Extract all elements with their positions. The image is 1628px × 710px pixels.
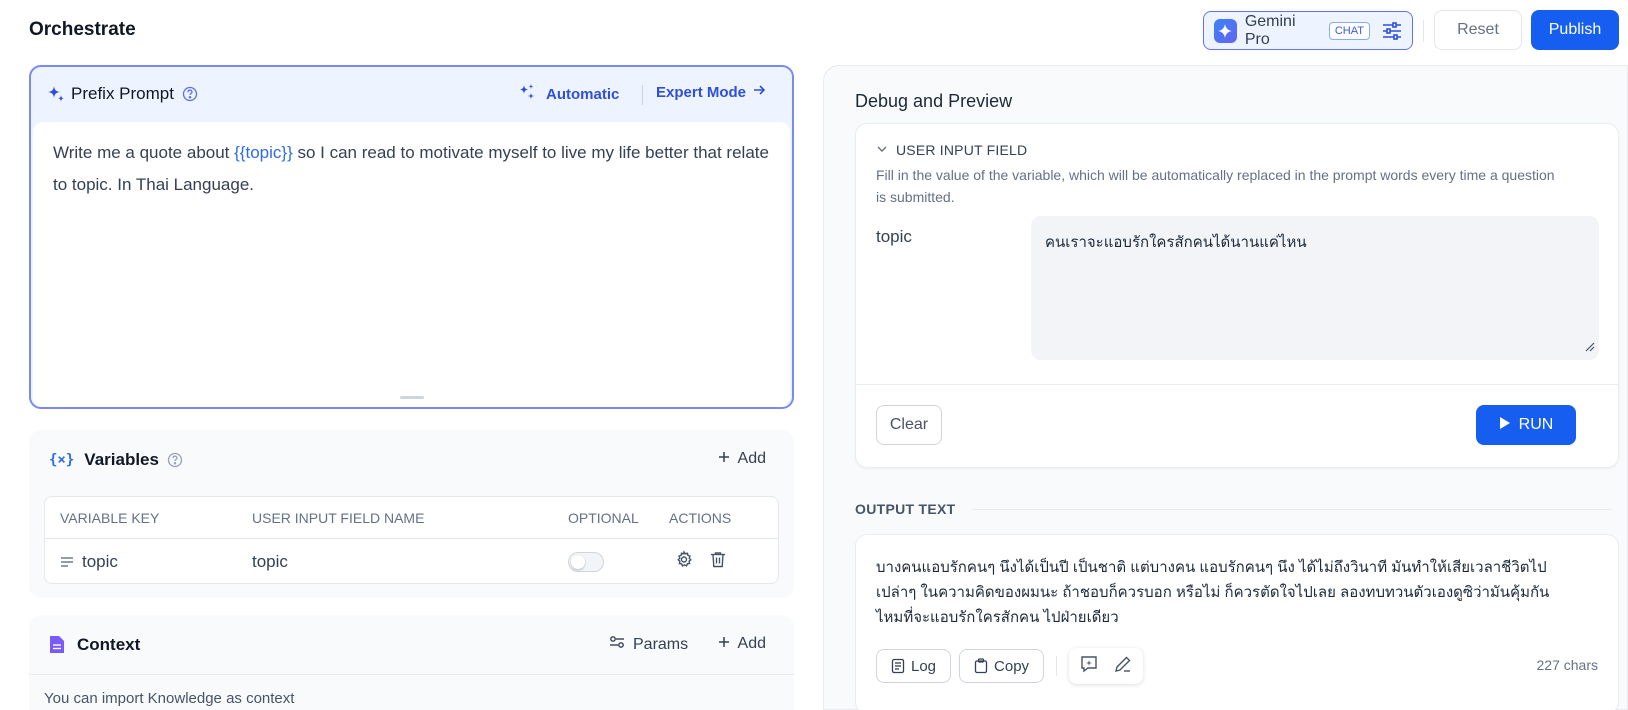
run-label: RUN [1518, 416, 1554, 433]
column-header-actions: ACTIONS [669, 509, 732, 526]
prefix-prompt-header: Prefix Prompt Automatic Expert Mode [31, 67, 792, 121]
variable-key-cell[interactable]: topic [60, 552, 118, 572]
topic-field-label: topic [876, 227, 912, 246]
copy-label: Copy [994, 657, 1030, 675]
variable-field-name[interactable]: topic [252, 552, 288, 572]
automatic-label: Automatic [546, 85, 620, 103]
context-title: Context [77, 634, 141, 654]
user-input-field-label: USER INPUT FIELD [896, 142, 1028, 158]
prompt-editor[interactable]: Write me a quote about {{topic}} so I ca… [33, 122, 790, 407]
header-separator [642, 85, 643, 105]
document-icon [49, 635, 65, 654]
plus-icon [718, 450, 730, 468]
prefix-prompt-title: Prefix Prompt [71, 84, 174, 103]
plus-icon [718, 635, 730, 653]
context-header: Context Params Add [29, 615, 794, 675]
resize-handle[interactable] [400, 396, 424, 399]
add-context-button[interactable]: Add [718, 635, 766, 653]
automatic-button[interactable]: Automatic [518, 83, 619, 105]
table-row: topic topic [45, 539, 778, 584]
clear-button[interactable]: Clear [876, 405, 942, 445]
column-header-variable-key: VARIABLE KEY [60, 509, 160, 526]
model-selector[interactable]: Gemini Pro CHAT [1203, 11, 1413, 50]
log-icon [891, 658, 905, 674]
expert-mode-button[interactable]: Expert Mode [656, 83, 766, 101]
column-header-field-name: USER INPUT FIELD NAME [252, 509, 425, 526]
magic-sparkles-icon [518, 83, 536, 105]
sliders-icon[interactable] [1382, 21, 1402, 40]
play-icon [1499, 416, 1511, 435]
expert-mode-label: Expert Mode [656, 83, 747, 101]
debug-preview-panel: Debug and Preview USER INPUT FIELD Fill … [823, 65, 1628, 710]
debug-title: Debug and Preview [855, 91, 1013, 111]
output-divider [972, 509, 1612, 510]
pencil-icon[interactable] [1113, 654, 1133, 679]
feedback-actions [1069, 648, 1144, 684]
variables-title: Variables [84, 450, 159, 469]
user-input-card: USER INPUT FIELD Fill in the value of th… [855, 123, 1619, 468]
log-button[interactable]: Log [876, 649, 952, 683]
row-actions [675, 549, 727, 573]
gemini-icon [1214, 18, 1237, 43]
variable-braces-icon: {×} [49, 452, 75, 468]
copy-icon [974, 658, 988, 674]
table-header: VARIABLE KEY USER INPUT FIELD NAME OPTIO… [45, 497, 778, 539]
copy-button[interactable]: Copy [959, 649, 1045, 683]
topic-input-value: คนเราจะแอบรักใครสักคนได้นานแค่ไหน [1045, 234, 1307, 251]
arrow-right-icon [752, 83, 766, 101]
run-button[interactable]: RUN [1476, 405, 1576, 445]
output-card: บางคนแอบรักคนๆ นึงได้เป็นปี เป็นชาติ แต่… [855, 534, 1619, 710]
add-label: Add [737, 635, 766, 652]
lines-icon [61, 556, 73, 567]
trash-icon[interactable] [709, 550, 727, 573]
model-badge: CHAT [1328, 21, 1370, 40]
context-card: Context Params Add You can import Knowle… [29, 615, 794, 710]
variables-header: {×} Variables Add [29, 430, 794, 490]
sparkle-message-icon[interactable] [1079, 654, 1099, 679]
topic-input[interactable]: คนเราจะแอบรักใครสักคนได้นานแค่ไหน [1031, 216, 1599, 360]
actions-separator [1056, 656, 1058, 676]
params-icon [609, 635, 625, 654]
help-icon[interactable] [182, 86, 198, 102]
chevron-down-icon [876, 142, 888, 158]
divider [856, 384, 1618, 385]
publish-button[interactable]: Publish [1531, 10, 1619, 50]
prompt-text-start: Write me a quote about [53, 143, 235, 162]
variables-table: VARIABLE KEY USER INPUT FIELD NAME OPTIO… [44, 496, 779, 584]
add-variable-button[interactable]: Add [718, 450, 766, 468]
optional-toggle[interactable] [568, 551, 604, 572]
context-hint: You can import Knowledge as context [44, 690, 295, 707]
output-text: บางคนแอบรักคนๆ นึงได้เป็นปี เป็นชาติ แต่… [876, 559, 1550, 626]
model-name: Gemini Pro [1244, 12, 1296, 48]
user-input-description: Fill in the value of the variable, which… [876, 167, 1555, 205]
user-input-field-toggle[interactable]: USER INPUT FIELD [876, 142, 1027, 158]
character-count: 227 chars [1536, 657, 1598, 673]
variable-key: topic [82, 551, 118, 571]
top-bar: Orchestrate Gemini Pro CHAT Reset Publis… [0, 0, 1628, 64]
add-label: Add [737, 450, 766, 467]
sparkle-icon [47, 85, 65, 103]
prefix-prompt-card: Prefix Prompt Automatic Expert Mode Writ… [29, 65, 794, 409]
column-header-optional: OPTIONAL [568, 509, 639, 526]
output-actions: Log Copy [876, 648, 1144, 684]
params-button[interactable]: Params [609, 635, 688, 654]
help-icon[interactable] [167, 452, 183, 468]
log-label: Log [911, 657, 937, 675]
resize-grip-icon[interactable] [1585, 339, 1595, 356]
header-divider [1423, 20, 1424, 42]
reset-button[interactable]: Reset [1434, 10, 1522, 50]
variables-card: {×} Variables Add VARIABLE KEY USER INPU… [29, 430, 794, 598]
page-title: Orchestrate [29, 19, 136, 40]
output-text-label: OUTPUT TEXT [855, 501, 956, 517]
gear-icon[interactable] [675, 549, 693, 573]
prompt-variable-token: {{topic}} [234, 143, 293, 162]
params-label: Params [633, 635, 689, 653]
